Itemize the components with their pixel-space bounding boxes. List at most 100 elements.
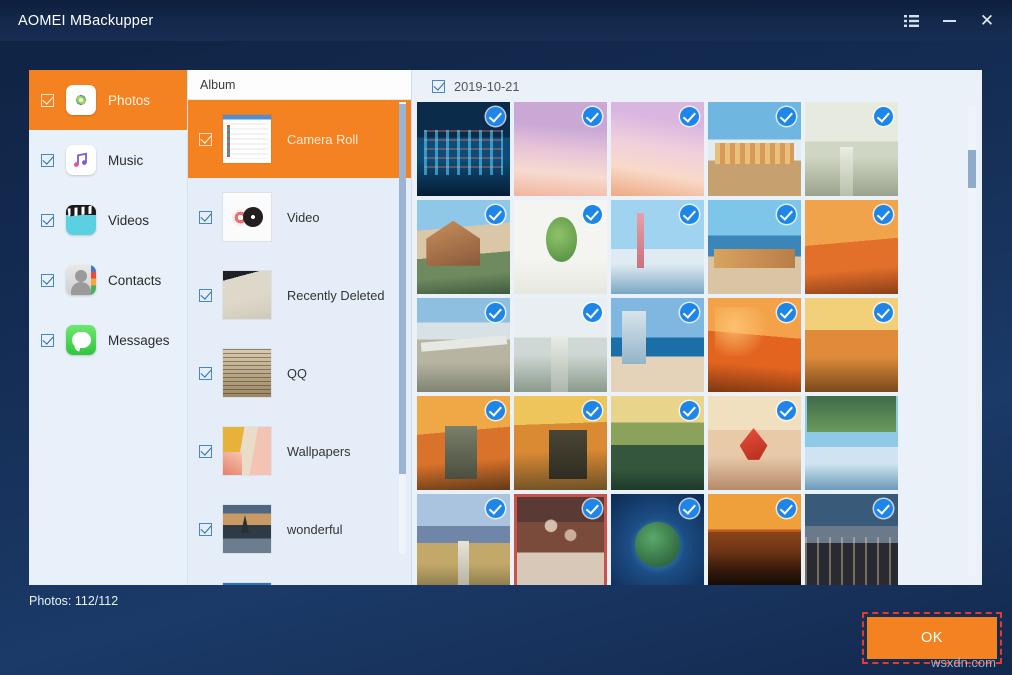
photo-checkmark-icon[interactable] — [583, 107, 602, 126]
photo-thumbnail[interactable] — [514, 494, 607, 585]
date-group-checkbox[interactable] — [432, 80, 445, 93]
photo-checkmark-icon[interactable] — [486, 205, 505, 224]
music-checkbox[interactable] — [41, 154, 54, 167]
photos-checkbox[interactable] — [41, 94, 54, 107]
date-group-label: 2019-10-21 — [454, 79, 519, 94]
album-label-recently-deleted: Recently Deleted — [287, 288, 384, 303]
minimize-button[interactable] — [930, 4, 968, 38]
grid-scrollbar-thumb[interactable] — [968, 150, 976, 188]
album-header: Album — [188, 70, 411, 100]
sidebar-label-music: Music — [108, 153, 143, 168]
close-button[interactable]: ✕ — [968, 4, 1006, 38]
album-item-wonderful[interactable]: wonderful — [188, 490, 411, 568]
photo-thumbnail[interactable] — [417, 102, 510, 196]
album-item-camera-roll[interactable]: Camera Roll — [188, 100, 411, 178]
category-sidebar: Photos Music Videos Contacts — [29, 70, 188, 585]
contacts-tabs — [91, 265, 96, 295]
photo-checkmark-icon[interactable] — [777, 205, 796, 224]
photo-checkmark-icon[interactable] — [777, 303, 796, 322]
photo-checkmark-icon[interactable] — [583, 401, 602, 420]
photo-thumbnail[interactable] — [417, 200, 510, 294]
photo-thumbnail[interactable] — [708, 102, 801, 196]
photo-checkmark-icon[interactable] — [486, 401, 505, 420]
album-checkbox-camera-roll[interactable] — [199, 133, 212, 146]
album-scrollbar-thumb[interactable] — [399, 104, 406, 474]
menu-list-button[interactable] — [892, 4, 930, 38]
status-text: Photos: 112/112 — [29, 594, 118, 608]
photo-checkmark-icon[interactable] — [777, 107, 796, 126]
photo-checkmark-icon[interactable] — [874, 205, 893, 224]
photo-checkmark-icon[interactable] — [777, 499, 796, 518]
photo-checkmark-icon[interactable] — [680, 499, 699, 518]
album-checkbox-video[interactable] — [199, 211, 212, 224]
photo-thumbnail[interactable] — [708, 200, 801, 294]
photo-thumbnail[interactable] — [417, 298, 510, 392]
photo-checkmark-icon[interactable] — [874, 401, 893, 420]
album-checkbox-wonderful[interactable] — [199, 523, 212, 536]
contacts-checkbox[interactable] — [41, 274, 54, 287]
photo-checkmark-icon[interactable] — [583, 499, 602, 518]
album-thumbnail — [223, 271, 271, 319]
photo-thumbnail[interactable] — [514, 298, 607, 392]
album-thumbnail — [223, 505, 271, 553]
sidebar-item-music[interactable]: Music — [29, 130, 187, 190]
photo-thumbnail[interactable] — [611, 494, 704, 585]
album-label-qq: QQ — [287, 366, 307, 381]
album-item-qq[interactable]: QQ — [188, 334, 411, 412]
photos-icon — [66, 85, 96, 115]
album-checkbox-qq[interactable] — [199, 367, 212, 380]
photo-thumbnail[interactable] — [805, 200, 898, 294]
photo-thumbnail[interactable] — [708, 298, 801, 392]
photo-thumbnail[interactable] — [805, 102, 898, 196]
photo-thumbnail[interactable] — [417, 396, 510, 490]
sidebar-item-contacts[interactable]: Contacts — [29, 250, 187, 310]
album-checkbox-wallpapers[interactable] — [199, 445, 212, 458]
speech-bubble-icon — [72, 332, 91, 348]
album-item-video[interactable]: Video — [188, 178, 411, 256]
photo-thumbnail[interactable] — [514, 102, 607, 196]
sidebar-label-messages: Messages — [108, 333, 170, 348]
photo-checkmark-icon[interactable] — [486, 499, 505, 518]
photo-thumbnail[interactable] — [805, 396, 898, 490]
album-item-recently-deleted[interactable]: Recently Deleted — [188, 256, 411, 334]
album-item-wallpapers[interactable]: Wallpapers — [188, 412, 411, 490]
photo-checkmark-icon[interactable] — [777, 401, 796, 420]
photo-checkmark-icon[interactable] — [583, 205, 602, 224]
photo-thumbnail[interactable] — [611, 200, 704, 294]
photo-checkmark-icon[interactable] — [874, 499, 893, 518]
sidebar-item-messages[interactable]: Messages — [29, 310, 187, 370]
photo-thumbnail[interactable] — [611, 298, 704, 392]
photo-thumbnail[interactable] — [708, 396, 801, 490]
photo-thumbnail[interactable] — [708, 494, 801, 585]
sidebar-item-videos[interactable]: Videos — [29, 190, 187, 250]
album-label-wallpapers: Wallpapers — [287, 444, 351, 459]
photo-checkmark-icon[interactable] — [583, 303, 602, 322]
photo-checkmark-icon[interactable] — [680, 205, 699, 224]
date-group-header[interactable]: 2019-10-21 — [412, 70, 982, 102]
photo-grid-panel: 2019-10-21 — [412, 70, 982, 585]
photo-thumbnail[interactable] — [417, 494, 510, 585]
photo-checkmark-icon[interactable] — [680, 107, 699, 126]
photo-thumbnail[interactable] — [805, 494, 898, 585]
messages-checkbox[interactable] — [41, 334, 54, 347]
photo-thumbnail[interactable] — [514, 396, 607, 490]
sidebar-item-photos[interactable]: Photos — [29, 70, 187, 130]
album-thumbnail — [223, 193, 271, 241]
photo-thumbnail[interactable] — [805, 298, 898, 392]
photo-checkmark-icon[interactable] — [680, 303, 699, 322]
minimize-icon — [943, 20, 956, 22]
photo-checkmark-icon[interactable] — [486, 303, 505, 322]
photo-thumbnail[interactable] — [611, 396, 704, 490]
videos-checkbox[interactable] — [41, 214, 54, 227]
photo-thumbnail[interactable] — [611, 102, 704, 196]
videos-icon — [66, 205, 96, 235]
photo-checkmark-icon[interactable] — [874, 107, 893, 126]
album-checkbox-recently-deleted[interactable] — [199, 289, 212, 302]
ok-button[interactable]: OK — [867, 617, 997, 659]
photo-checkmark-icon[interactable] — [680, 401, 699, 420]
photo-checkmark-icon[interactable] — [486, 107, 505, 126]
photo-checkmark-icon[interactable] — [874, 303, 893, 322]
list-icon — [904, 15, 919, 27]
photo-thumbnail[interactable] — [514, 200, 607, 294]
album-item-partial[interactable] — [188, 568, 411, 585]
